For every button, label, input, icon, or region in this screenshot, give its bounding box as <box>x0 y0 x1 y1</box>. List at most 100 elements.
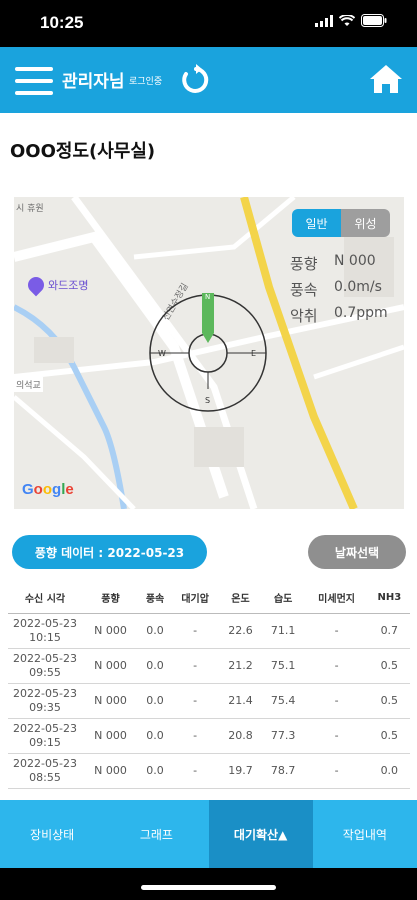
col-fine-dust: 미세먼지 <box>304 583 369 614</box>
menu-icon[interactable] <box>15 67 53 95</box>
app-title: 관리자님 <box>62 72 125 92</box>
map-type-toggle[interactable]: 일반 위성 <box>292 209 390 237</box>
wind-direction-readout: 풍향 N 000 <box>290 253 376 274</box>
refresh-icon[interactable] <box>180 64 212 96</box>
wind-speed-readout: 풍속 0.0m/s <box>290 279 382 300</box>
table-row: 2022-05-23 08:55 N 000 0.0 - 19.7 78.7 - … <box>8 753 410 789</box>
cell-dust: - <box>304 648 369 684</box>
wifi-icon <box>339 14 355 26</box>
col-wind-speed: 풍속 <box>139 583 172 614</box>
col-humidity: 습도 <box>261 583 305 614</box>
cell-nh3 <box>368 788 410 800</box>
table-header-row: 수신 시각 풍향 풍속 대기압 온도 습도 미세먼지 NH3 <box>8 583 410 614</box>
readout-label: 악취 <box>290 307 318 325</box>
cell-humid: 75.1 <box>261 648 305 684</box>
cell-time: 2022-05-23 10:15 <box>8 613 82 649</box>
cell-pressure: - <box>171 718 220 754</box>
home-indicator-bar <box>0 868 417 900</box>
tab-graph[interactable]: 그래프 <box>104 800 208 868</box>
home-indicator[interactable] <box>141 885 276 890</box>
map-corner-label: 의석교 <box>14 377 43 392</box>
table-row: 2022-05-23 <box>8 788 410 800</box>
table-row: 2022-05-23 09:15 N 000 0.0 - 20.8 77.3 - … <box>8 718 410 754</box>
cell-dust: - <box>304 753 369 789</box>
cell-speed <box>139 788 172 800</box>
cell-speed: 0.0 <box>139 753 172 789</box>
cell-speed: 0.0 <box>139 683 172 719</box>
map-type-satellite[interactable]: 위성 <box>341 209 390 237</box>
cell-dust: - <box>304 683 369 719</box>
cell-temp: 19.7 <box>219 753 262 789</box>
cell-direction: N 000 <box>82 718 140 754</box>
compass-north-label: N <box>205 293 210 301</box>
home-icon[interactable] <box>369 63 403 95</box>
date-select-button[interactable]: 날짜선택 <box>308 535 406 569</box>
cell-pressure: - <box>171 613 220 649</box>
cell-time: 2022-05-23 09:55 <box>8 648 82 684</box>
wind-compass: N S E W <box>149 293 267 412</box>
tab-air-dispersion[interactable]: 대기확산▲ <box>208 800 313 868</box>
cell-nh3: 0.0 <box>368 753 410 789</box>
cell-speed: 0.0 <box>139 613 172 649</box>
cell-nh3: 0.7 <box>368 613 410 649</box>
compass-east-label: E <box>251 349 256 358</box>
cell-dust: - <box>304 613 369 649</box>
wind-data-table: 수신 시각 풍향 풍속 대기압 온도 습도 미세먼지 NH3 2022-05-2… <box>8 583 410 800</box>
map-poi[interactable]: 와드조명 <box>24 273 89 297</box>
cell-direction: N 000 <box>82 613 140 649</box>
wind-data-date-button[interactable]: 풍향 데이터 : 2022-05-23 <box>12 535 207 569</box>
readout-value: 0.0m/s <box>334 279 382 295</box>
cell-temp: 21.2 <box>219 648 262 684</box>
cell-direction <box>82 788 140 800</box>
status-bar: 10:25 <box>0 0 417 47</box>
map-view[interactable]: 시 휴원 의석교 선연수정길 와드조명 일반 위성 풍향 N 000 풍속 0.… <box>14 197 404 509</box>
col-temperature: 온도 <box>219 583 262 614</box>
status-icons <box>315 14 387 27</box>
cell-pressure <box>171 788 220 800</box>
cell-pressure: - <box>171 753 220 789</box>
signal-icon <box>315 14 333 27</box>
compass-west-label: W <box>158 349 166 358</box>
cell-humid: 78.7 <box>261 753 305 789</box>
cell-dust <box>304 788 369 800</box>
tab-equipment-status[interactable]: 장비상태 <box>0 800 104 868</box>
table-row: 2022-05-23 10:15 N 000 0.0 - 22.6 71.1 - … <box>8 613 410 649</box>
col-pressure: 대기압 <box>171 583 220 614</box>
readout-label: 풍향 <box>290 255 318 273</box>
cell-nh3: 0.5 <box>368 683 410 719</box>
cell-humid <box>261 788 305 800</box>
cell-direction: N 000 <box>82 683 140 719</box>
cell-humid: 77.3 <box>261 718 305 754</box>
cell-time: 2022-05-23 08:55 <box>8 753 82 789</box>
cell-time: 2022-05-23 <box>8 788 82 800</box>
cell-direction: N 000 <box>82 753 140 789</box>
map-type-normal[interactable]: 일반 <box>292 209 341 237</box>
odor-readout: 악취 0.7ppm <box>290 305 388 326</box>
cell-humid: 75.4 <box>261 683 305 719</box>
cell-speed: 0.0 <box>139 718 172 754</box>
table-row: 2022-05-23 09:55 N 000 0.0 - 21.2 75.1 - … <box>8 648 410 684</box>
cell-time: 2022-05-23 09:15 <box>8 718 82 754</box>
bottom-tab-bar: 장비상태 그래프 대기확산▲ 작업내역 <box>0 800 417 868</box>
readout-value: N 000 <box>334 253 376 269</box>
col-wind-direction: 풍향 <box>82 583 140 614</box>
tab-work-history[interactable]: 작업내역 <box>313 800 417 868</box>
google-logo: Google <box>22 481 74 498</box>
page-title: OOO정도(사무실) <box>10 141 156 162</box>
map-poi-label: 와드조명 <box>48 279 89 292</box>
cell-pressure: - <box>171 683 220 719</box>
readout-value: 0.7ppm <box>334 305 388 321</box>
cell-temp <box>219 788 262 800</box>
main-content: OOO정도(사무실) 시 휴원 의석교 선연수정길 와드조명 일반 위성 풍향 <box>0 113 417 800</box>
app-bar: 관리자님 로그인중 <box>0 47 417 113</box>
col-received-time: 수신 시각 <box>8 583 82 614</box>
cell-nh3: 0.5 <box>368 648 410 684</box>
cell-temp: 21.4 <box>219 683 262 719</box>
readout-label: 풍속 <box>290 281 318 299</box>
compass-south-label: S <box>205 396 210 405</box>
cell-temp: 20.8 <box>219 718 262 754</box>
cell-dust: - <box>304 718 369 754</box>
login-status: 로그인중 <box>129 77 163 87</box>
map-pin-icon <box>24 273 48 297</box>
table-row: 2022-05-23 09:35 N 000 0.0 - 21.4 75.4 - … <box>8 683 410 719</box>
